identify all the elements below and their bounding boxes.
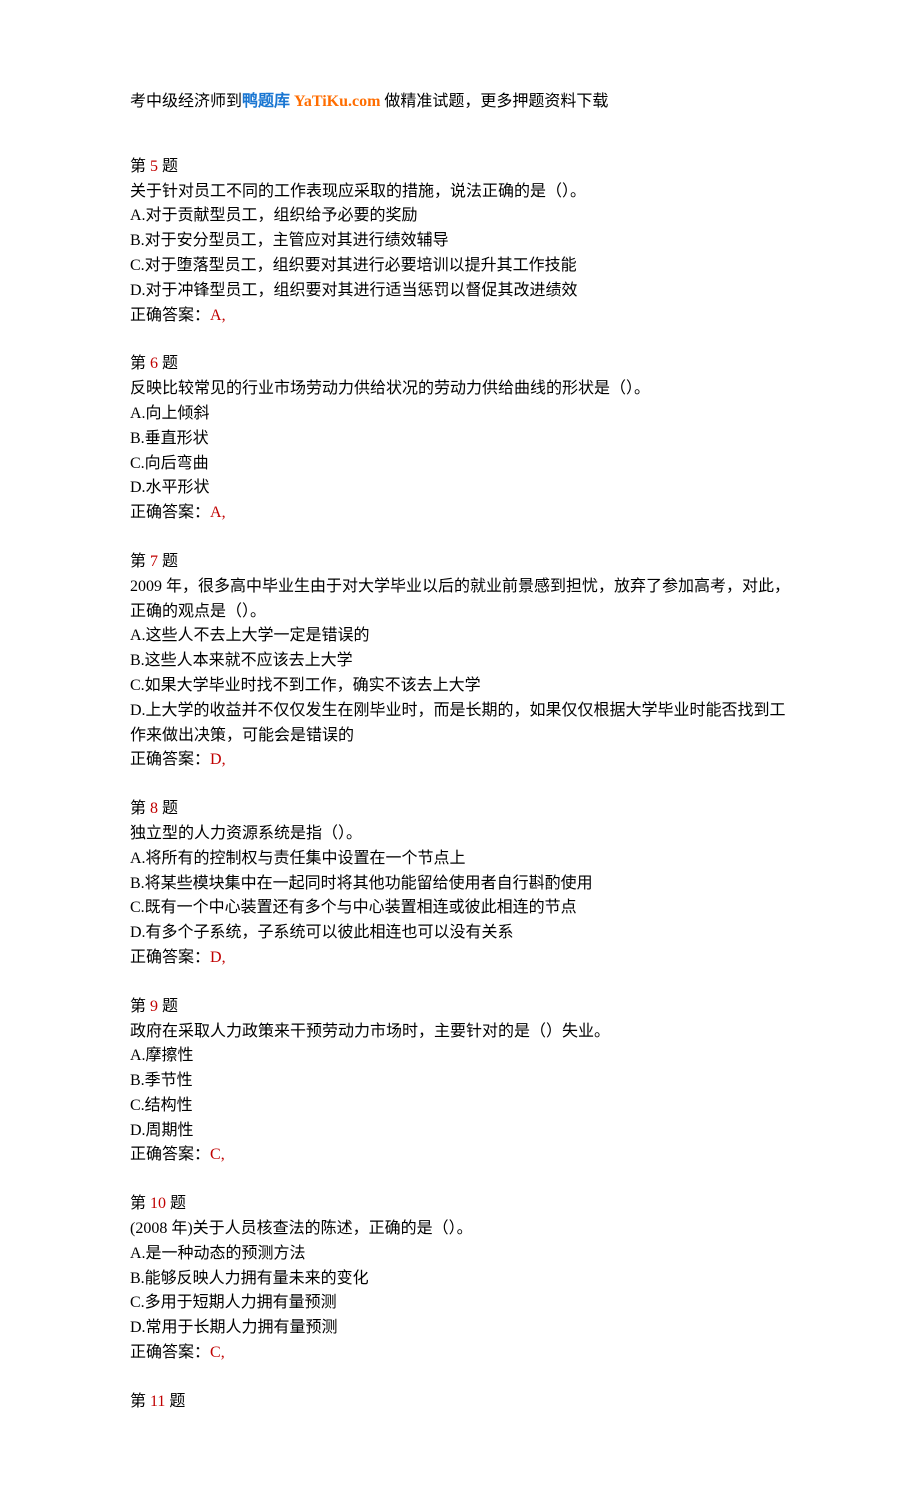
question-option: A.这些人不去上大学一定是错误的 [130,624,790,649]
question-number-line: 第 9 题 [130,995,790,1020]
answer-line: 正确答案：C, [130,1341,790,1366]
question-option: C.结构性 [130,1094,790,1119]
label-di: 第 [130,1195,150,1212]
question-option: C.向后弯曲 [130,452,790,477]
question-number-line: 第 5 题 [130,155,790,180]
question-number: 7 [150,553,158,570]
question-number: 5 [150,158,158,175]
answer-line: 正确答案：D, [130,946,790,971]
answer-label: 正确答案： [130,751,210,768]
question-block: 第 8 题独立型的人力资源系统是指（）。A.将所有的控制权与责任集中设置在一个节… [130,797,790,971]
question-block: 第 11 题 [130,1390,790,1415]
label-ti: 题 [166,1195,186,1212]
question-number: 10 [150,1195,166,1212]
label-ti: 题 [158,158,178,175]
question-option: C.对于堕落型员工，组织要对其进行必要培训以提升其工作技能 [130,254,790,279]
question-number: 6 [150,355,158,372]
label-di: 第 [130,998,150,1015]
answer-label: 正确答案： [130,949,210,966]
question-stem: 关于针对员工不同的工作表现应采取的措施，说法正确的是（）。 [130,180,790,205]
question-number-line: 第 11 题 [130,1390,790,1415]
question-option: B.季节性 [130,1069,790,1094]
answer-value: C, [210,1146,225,1163]
answer-value: A, [210,504,226,521]
question-option: B.对于安分型员工，主管应对其进行绩效辅导 [130,229,790,254]
label-di: 第 [130,1393,150,1410]
label-ti: 题 [158,800,178,817]
brand-name-cn: 鸭题库 [242,93,294,110]
label-di: 第 [130,355,150,372]
question-option: C.既有一个中心装置还有多个与中心装置相连或彼此相连的节点 [130,896,790,921]
question-option: A.摩擦性 [130,1044,790,1069]
question-stem: 2009 年，很多高中毕业生由于对大学毕业以后的就业前景感到担忧，放弃了参加高考… [130,575,790,625]
question-block: 第 9 题政府在采取人力政策来干预劳动力市场时，主要针对的是（）失业。A.摩擦性… [130,995,790,1169]
label-ti: 题 [158,998,178,1015]
label-ti: 题 [158,553,178,570]
question-option: A.将所有的控制权与责任集中设置在一个节点上 [130,847,790,872]
answer-label: 正确答案： [130,307,210,324]
answer-value: C, [210,1344,225,1361]
brand-name-en: YaTiKu.com [294,93,380,110]
label-ti: 题 [165,1393,185,1410]
label-di: 第 [130,800,150,817]
question-option: B.将某些模块集中在一起同时将其他功能留给使用者自行斟酌使用 [130,872,790,897]
answer-label: 正确答案： [130,1146,210,1163]
question-option: D.常用于长期人力拥有量预测 [130,1316,790,1341]
question-stem: 政府在采取人力政策来干预劳动力市场时，主要针对的是（）失业。 [130,1020,790,1045]
question-number: 8 [150,800,158,817]
answer-line: 正确答案：C, [130,1143,790,1168]
question-option: B.垂直形状 [130,427,790,452]
question-stem: 反映比较常见的行业市场劳动力供给状况的劳动力供给曲线的形状是（）。 [130,377,790,402]
question-option: A.向上倾斜 [130,402,790,427]
question-number-line: 第 10 题 [130,1192,790,1217]
question-option: C.如果大学毕业时找不到工作，确实不该去上大学 [130,674,790,699]
question-block: 第 5 题关于针对员工不同的工作表现应采取的措施，说法正确的是（）。A.对于贡献… [130,155,790,329]
question-option: B.这些人本来就不应该去上大学 [130,649,790,674]
question-number-line: 第 8 题 [130,797,790,822]
question-block: 第 6 题反映比较常见的行业市场劳动力供给状况的劳动力供给曲线的形状是（）。A.… [130,352,790,526]
label-ti: 题 [158,355,178,372]
header-suffix: 做精准试题，更多押题资料下载 [380,93,608,110]
answer-value: A, [210,307,226,324]
question-number-line: 第 7 题 [130,550,790,575]
page-header: 考中级经济师到鸭题库 YaTiKu.com 做精准试题，更多押题资料下载 [130,90,790,115]
answer-line: 正确答案：D, [130,748,790,773]
label-di: 第 [130,158,150,175]
question-option: C.多用于短期人力拥有量预测 [130,1291,790,1316]
answer-label: 正确答案： [130,504,210,521]
answer-value: D, [210,949,226,966]
answer-value: D, [210,751,226,768]
question-block: 第 7 题2009 年，很多高中毕业生由于对大学毕业以后的就业前景感到担忧，放弃… [130,550,790,773]
answer-line: 正确答案：A, [130,304,790,329]
question-stem: 独立型的人力资源系统是指（）。 [130,822,790,847]
label-di: 第 [130,553,150,570]
question-block: 第 10 题(2008 年)关于人员核查法的陈述，正确的是（）。A.是一种动态的… [130,1192,790,1366]
question-number-line: 第 6 题 [130,352,790,377]
question-option: D.周期性 [130,1119,790,1144]
question-stem: (2008 年)关于人员核查法的陈述，正确的是（）。 [130,1217,790,1242]
question-option: D.上大学的收益并不仅仅发生在刚毕业时，而是长期的，如果仅仅根据大学毕业时能否找… [130,699,790,749]
question-number: 9 [150,998,158,1015]
question-option: A.是一种动态的预测方法 [130,1242,790,1267]
header-prefix: 考中级经济师到 [130,93,242,110]
answer-label: 正确答案： [130,1344,210,1361]
question-option: D.对于冲锋型员工，组织要对其进行适当惩罚以督促其改进绩效 [130,279,790,304]
question-number: 11 [150,1393,165,1410]
answer-line: 正确答案：A, [130,501,790,526]
question-option: A.对于贡献型员工，组织给予必要的奖励 [130,204,790,229]
question-option: B.能够反映人力拥有量未来的变化 [130,1267,790,1292]
question-option: D.水平形状 [130,476,790,501]
question-option: D.有多个子系统，子系统可以彼此相连也可以没有关系 [130,921,790,946]
